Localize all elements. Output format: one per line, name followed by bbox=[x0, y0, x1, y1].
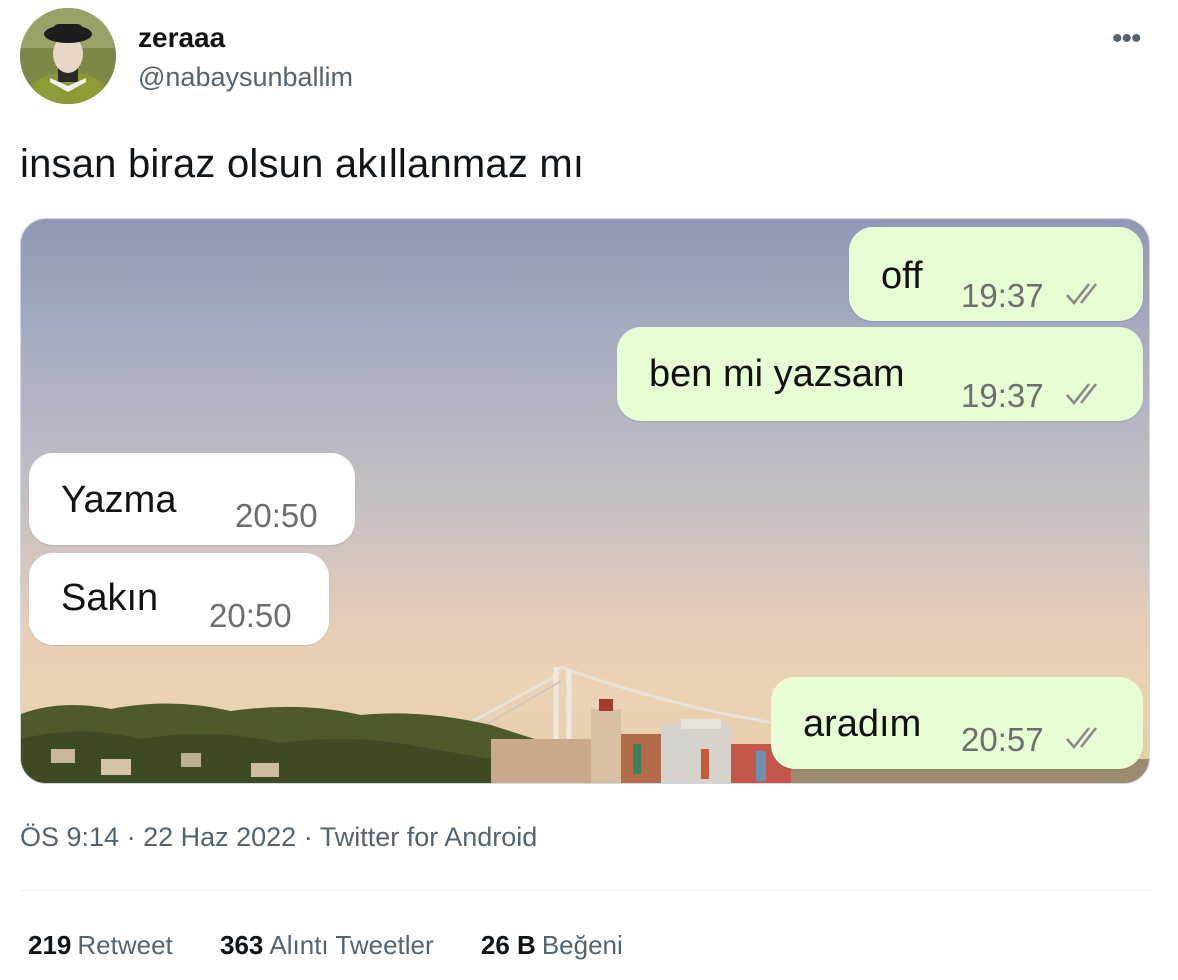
message-text: Yazma bbox=[61, 479, 177, 521]
message-text: ben mi yazsam bbox=[649, 353, 905, 395]
quote-tweets-label: Alıntı Tweetler bbox=[269, 930, 434, 960]
display-name[interactable]: zeraaa bbox=[138, 22, 225, 54]
tweet-date[interactable]: 22 Haz 2022 bbox=[143, 822, 296, 852]
message-bubble-outgoing[interactable]: aradım 20:57 bbox=[771, 677, 1143, 769]
message-bubble-outgoing[interactable]: ben mi yazsam 19:37 bbox=[617, 327, 1143, 421]
message-time: 20:57 bbox=[961, 721, 1044, 758]
message-bubble-outgoing[interactable]: off 19:37 bbox=[849, 227, 1143, 321]
username-handle[interactable]: @nabaysunballim bbox=[138, 62, 353, 93]
likes-stat[interactable]: 26 B Beğeni bbox=[481, 930, 623, 960]
tweet-text: insan biraz olsun akıllanmaz mı bbox=[20, 142, 585, 186]
message-text: aradım bbox=[803, 703, 922, 745]
tweet-media[interactable]: off 19:37 ben mi yazsam 19:37 Yazma 20:5… bbox=[20, 218, 1150, 784]
message-time: 19:37 bbox=[961, 377, 1044, 414]
message-text: Sakın bbox=[61, 577, 159, 619]
message-time: 19:37 bbox=[961, 277, 1044, 314]
avatar[interactable] bbox=[20, 8, 116, 104]
double-check-icon bbox=[1066, 383, 1098, 406]
tweet-metadata: ÖS 9:14 · 22 Haz 2022 · Twitter for Andr… bbox=[20, 822, 537, 853]
message-time: 20:50 bbox=[235, 497, 318, 534]
separator: · bbox=[296, 822, 320, 852]
tweet-source-link[interactable]: Twitter for Android bbox=[320, 822, 538, 852]
double-check-icon bbox=[1066, 727, 1098, 750]
message-time: 20:50 bbox=[209, 597, 292, 634]
message-text: off bbox=[881, 255, 923, 297]
quote-tweets-count: 363 bbox=[220, 930, 264, 960]
likes-count: 26 B bbox=[480, 930, 536, 960]
double-check-icon bbox=[1066, 283, 1098, 306]
more-icon[interactable]: ••• bbox=[1112, 22, 1141, 56]
likes-label: Beğeni bbox=[541, 930, 623, 960]
tweet-stats: 219 Retweet 363 Alıntı Tweetler 26 B Beğeni bbox=[28, 930, 663, 961]
tweet-time[interactable]: ÖS 9:14 bbox=[20, 822, 119, 852]
message-bubble-incoming[interactable]: Yazma 20:50 bbox=[29, 453, 355, 545]
retweets-stat[interactable]: 219 Retweet bbox=[28, 930, 173, 960]
quote-tweets-stat[interactable]: 363 Alıntı Tweetler bbox=[220, 930, 434, 960]
message-bubble-incoming[interactable]: Sakın 20:50 bbox=[29, 553, 329, 645]
retweets-count: 219 bbox=[28, 930, 72, 960]
retweets-label: Retweet bbox=[77, 930, 173, 960]
divider bbox=[20, 890, 1150, 891]
separator: · bbox=[119, 822, 144, 852]
